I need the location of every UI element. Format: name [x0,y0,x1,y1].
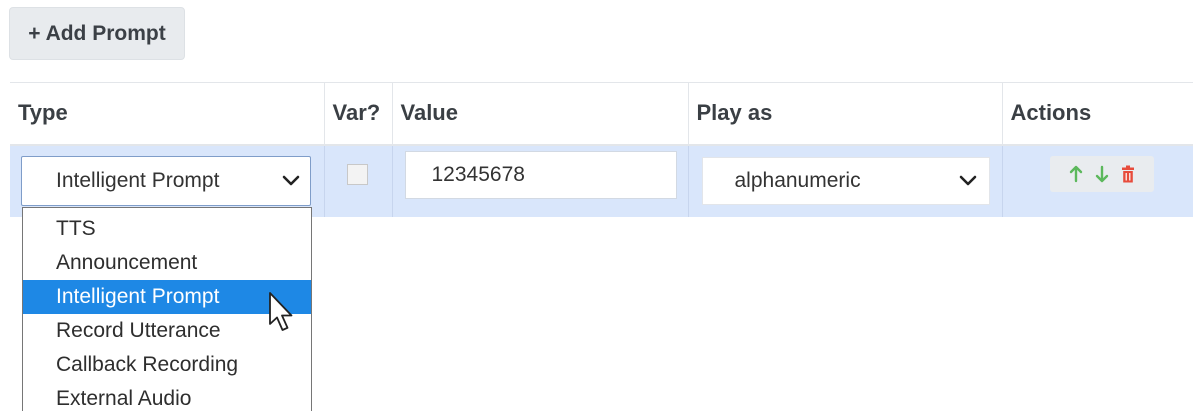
type-option-intelligent-prompt[interactable]: Intelligent Prompt [23,280,311,314]
var-checkbox[interactable] [346,163,368,185]
trash-icon[interactable] [1121,165,1135,183]
type-option-external-audio[interactable]: External Audio [23,382,311,411]
header-type: Type [10,82,325,146]
type-dropdown-list: TTS Announcement Intelligent Prompt Reco… [22,207,312,411]
header-var: Var? [324,82,393,146]
add-prompt-button[interactable]: + Add Prompt [9,7,185,60]
cell-type: Intelligent Prompt [10,144,325,217]
cell-value [392,144,689,217]
cell-play-as: alphanumeric [688,144,1003,217]
table-row: Intelligent Prompt alphanumeric [10,144,1193,217]
arrow-up-icon[interactable] [1069,165,1083,183]
type-option-callback-recording[interactable]: Callback Recording [23,348,311,382]
header-play-as: Play as [688,82,1003,146]
play-as-select[interactable]: alphanumeric [701,157,990,205]
header-value: Value [392,82,689,146]
prompt-editor: + Add Prompt Type Var? Value Play as Act… [0,0,1193,411]
row-actions [1049,156,1154,192]
cell-actions [1002,144,1193,217]
table-header-row: Type Var? Value Play as Actions [10,82,1193,146]
arrow-down-icon[interactable] [1095,165,1109,183]
header-actions: Actions [1002,82,1193,146]
cell-var [324,144,393,217]
chevron-down-icon [282,175,300,186]
prompts-table: Type Var? Value Play as Actions Intellig… [10,82,1193,217]
type-option-announcement[interactable]: Announcement [23,246,311,280]
play-as-select-value: alphanumeric [734,169,861,192]
type-select[interactable]: Intelligent Prompt [21,156,311,206]
chevron-down-icon [959,175,976,186]
type-select-value: Intelligent Prompt [56,169,220,192]
value-input[interactable] [404,151,677,199]
type-option-record-utterance[interactable]: Record Utterance [23,314,311,348]
type-option-tts[interactable]: TTS [23,212,311,246]
